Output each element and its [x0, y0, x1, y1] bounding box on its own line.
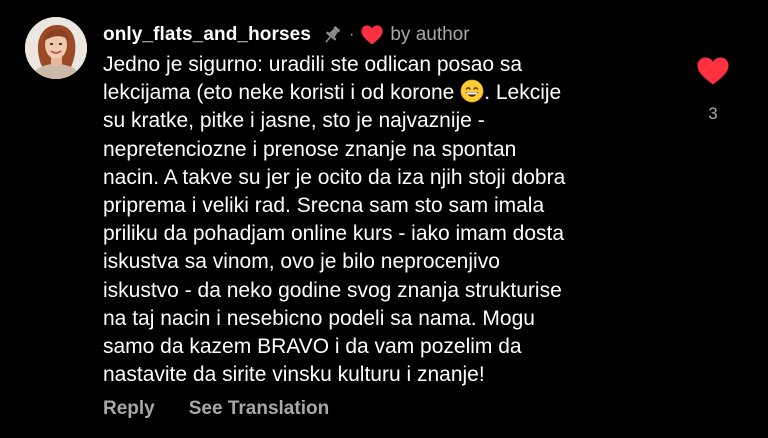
comment: only_flats_and_horses · by author Jedno … — [0, 0, 768, 438]
comment-line: na taj nacin i nesebicno podeli sa nama.… — [103, 306, 535, 330]
comment-text: lekcijama (eto neke koristi i od korone — [103, 81, 455, 105]
comment-text: . Lekcije — [484, 81, 562, 105]
comment-line: nastavite da sirite vinsku kulturu i zna… — [103, 363, 485, 387]
separator-dot: · — [349, 26, 355, 43]
comment-line: nacin. A takve su jer je ocito da iza nj… — [103, 165, 566, 189]
grinning-face-emoji-icon — [460, 79, 484, 103]
author-liked-label: by author — [390, 24, 470, 45]
avatar-image — [25, 17, 87, 79]
comment-line-with-emoji: lekcijama (eto neke koristi i od korone … — [103, 79, 683, 107]
reply-button[interactable]: Reply — [103, 398, 155, 420]
comment-body: Jedno je sigurno: uradili ste odlican po… — [103, 51, 683, 389]
avatar[interactable] — [25, 17, 87, 79]
heart-icon — [360, 24, 384, 46]
comment-line: Jedno je sigurno: uradili ste odlican po… — [103, 53, 523, 76]
like-count[interactable]: 3 — [696, 104, 730, 124]
comment-line: priliku da pohadjam online kurs - iako i… — [103, 222, 565, 246]
username[interactable]: only_flats_and_horses — [103, 24, 311, 46]
pin-icon — [321, 24, 343, 46]
comment-line: samo da kazem BRAVO i da vam pozelim da — [103, 335, 522, 359]
comment-line: su kratke, pitke i jasne, sto je najvazn… — [103, 109, 485, 133]
comment-actions: Reply See Translation — [103, 398, 329, 420]
comment-line: iskustva sa vinom, ovo je bilo neprocenj… — [103, 250, 500, 274]
comment-header: only_flats_and_horses · by author — [103, 22, 470, 48]
comment-line: nepretenciozne i prenose znanje na spont… — [103, 137, 517, 161]
see-translation-button[interactable]: See Translation — [189, 398, 329, 420]
comment-line: iskustvo - da neko godine svog znanja st… — [103, 278, 562, 302]
comment-line: priprema i veliki rad. Srecna sam sto sa… — [103, 194, 545, 218]
heart-icon[interactable] — [696, 56, 730, 86]
